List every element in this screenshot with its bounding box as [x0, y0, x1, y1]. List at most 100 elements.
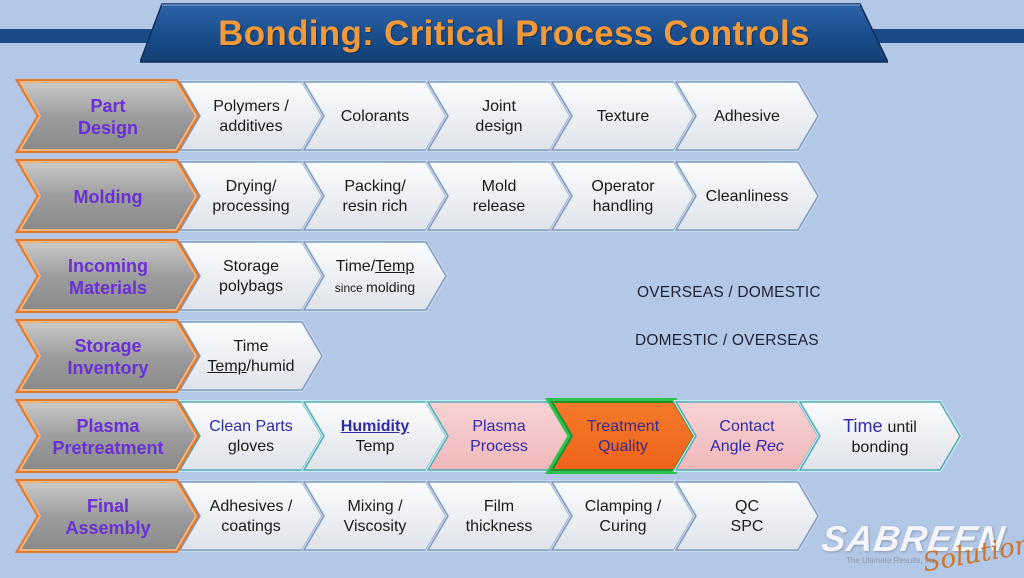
process-row-incoming-materials: Storage polybags Time/Temp since molding Inc… [0, 239, 1024, 314]
process-step-label: Time Temp/humid [200, 320, 302, 394]
process-row-part-design: Polymers / additives Colorants Joint design T… [0, 79, 1024, 154]
item-line: Mixing / [347, 498, 403, 515]
header-line: Pretreatment [52, 438, 164, 458]
item-line: Drying/ [225, 178, 277, 195]
item-line: Mold [481, 178, 517, 195]
item-line: handling [592, 198, 654, 215]
process-step-label: Time until bonding [820, 400, 940, 474]
process-step-label: Clamping / Curing [572, 480, 674, 554]
line-part: Angle [710, 438, 756, 455]
header-line: Design [77, 118, 138, 138]
item-line: SPC [730, 518, 764, 535]
process-step-label: Humidity Temp [324, 400, 426, 474]
header-line: Plasma [76, 416, 140, 436]
header-line: Final [86, 496, 129, 516]
header-line: Storage [74, 336, 142, 356]
row-header-plasma-pretreatment: Plasma Pretreatment [14, 399, 200, 474]
item-line: Clamping / [584, 498, 662, 515]
item-line: Plasma [472, 418, 526, 435]
item-line: bonding [851, 439, 909, 456]
item-line: Time/Temp [336, 257, 415, 277]
item-line: Polymers / [213, 98, 289, 115]
item-line: Curing [599, 518, 647, 535]
item-line: Viscosity [343, 518, 407, 535]
process-step-label: Storage polybags [200, 240, 302, 314]
process-step-label: Time/Temp since molding [324, 240, 426, 314]
item-line: Time until [843, 416, 917, 438]
item-line: polybags [218, 278, 284, 295]
process-step-label: QC SPC [696, 480, 798, 554]
item-line: Packing/ [344, 178, 406, 195]
header-line: Incoming [68, 256, 148, 276]
row-header-label: Plasma Pretreatment [42, 400, 174, 474]
item-line: Contact [719, 418, 775, 435]
process-step-label: Operator handling [572, 160, 674, 234]
item-line: Film [483, 498, 515, 515]
item-line: resin rich [342, 198, 408, 215]
item-line: additives [219, 118, 283, 135]
item-line: Time [233, 338, 269, 355]
process-step-time-temp-humid: Time Temp/humid [176, 320, 325, 394]
process-step-label: Clean Parts gloves [200, 400, 302, 474]
item-line: Storage [222, 258, 280, 275]
title-banner: Bonding: Critical Process Controls [140, 2, 888, 64]
item-line: Temp/humid [207, 357, 294, 377]
item-line: Temp [355, 438, 395, 455]
item-line: Process [470, 438, 528, 455]
item-line: processing [212, 198, 290, 215]
process-step-label: Treatment Quality [572, 400, 674, 474]
header-line: Assembly [65, 518, 151, 538]
note-overseas-domestic: OVERSEAS / DOMESTIC [637, 284, 821, 301]
row-header-label: Final Assembly [42, 480, 174, 554]
item-line: Clean Parts [209, 418, 293, 435]
process-step-label: Joint design [448, 80, 550, 154]
row-header-label: Incoming Materials [42, 240, 174, 314]
line-part-underlined: Temp [375, 257, 415, 275]
row-header-molding: Molding [14, 159, 200, 234]
item-line: Humidity [340, 418, 410, 435]
item-line: design [475, 118, 523, 135]
row-header-storage-inventory: Storage Inventory [14, 319, 200, 394]
item-line: Treatment [586, 418, 660, 435]
item-line: release [472, 198, 526, 215]
process-step-time-until-bonding: Time until bonding [796, 400, 963, 474]
item-line: Colorants [340, 108, 410, 125]
item-line: coatings [221, 518, 281, 535]
line-part: Time [843, 416, 888, 436]
item-line: Adhesive [714, 108, 780, 125]
process-step-label: Colorants [324, 80, 426, 154]
header-line: Materials [68, 278, 148, 298]
process-step-label: Plasma Process [448, 400, 550, 474]
item-line: gloves [227, 438, 275, 455]
logo-tagline: The Ultimate Results, Inc. [846, 556, 938, 565]
row-header-part-design: Part Design [14, 79, 200, 154]
row-header-incoming-materials: Incoming Materials [14, 239, 200, 314]
item-line: Joint [482, 98, 516, 115]
line-part-italic: Rec [755, 438, 784, 455]
process-step-label: Drying/processing [200, 160, 302, 234]
row-header-final-assembly: Final Assembly [14, 479, 200, 554]
row-header-label: Molding [42, 160, 174, 234]
item-line: Cleanliness [705, 188, 789, 205]
process-step-label: Adhesive [696, 80, 798, 154]
item-line: Adhesives / [209, 498, 293, 515]
process-step-qc-spc: QC SPC [672, 480, 821, 554]
line-part: molding [366, 278, 416, 295]
item-line: QC [735, 498, 759, 515]
line-part: /humid [246, 358, 295, 375]
process-step-label: Contact Angle Rec [696, 400, 798, 474]
process-row-storage-inventory: Time Temp/humid Storage Inventory [0, 319, 1024, 394]
row-header-label: Storage Inventory [42, 320, 174, 394]
sabreen-logo: SABREEN Solutions The Ultimate Results, … [819, 518, 1024, 578]
process-step-label: Mold release [448, 160, 550, 234]
process-step-label: Film thickness [448, 480, 550, 554]
process-step-adhesive: Adhesive [672, 80, 821, 154]
header-line: Molding [73, 187, 143, 207]
item-line: since molding [335, 277, 415, 298]
item-line: thickness [465, 518, 533, 535]
process-row-plasma-pretreatment: Clean Parts gloves Humidity Temp Plasma Proce… [0, 398, 1024, 474]
line-part: since [334, 280, 367, 295]
process-step-label: Polymers / additives [200, 80, 302, 154]
process-step-label: Packing/resin rich [324, 160, 426, 234]
line-part-underlined: Temp [207, 358, 247, 375]
